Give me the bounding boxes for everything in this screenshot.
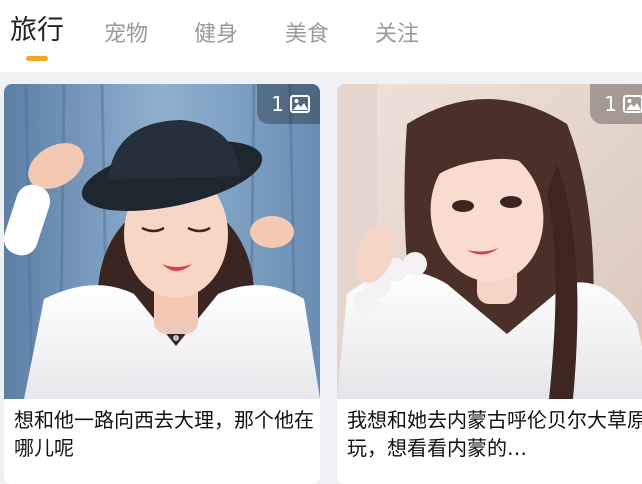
post-card[interactable]: 1 我想和她去内蒙古呼伦贝尔大草原玩，想看看内蒙的…	[337, 84, 642, 484]
image-icon	[623, 95, 642, 113]
post-photo[interactable]: 1	[337, 84, 642, 399]
tab-food[interactable]: 美食	[285, 20, 329, 50]
tab-travel[interactable]: 旅行	[10, 16, 64, 46]
category-tab-bar: 旅行 宠物 健身 美食 关注	[0, 0, 642, 72]
image-count: 1	[271, 92, 284, 116]
tab-pets[interactable]: 宠物	[104, 20, 148, 50]
active-tab-indicator	[26, 56, 48, 61]
post-photo[interactable]: 1	[4, 84, 320, 399]
post-card[interactable]: 1 想和他一路向西去大理，那个他在哪儿呢	[4, 84, 320, 484]
image-icon	[290, 95, 310, 113]
tab-fitness[interactable]: 健身	[194, 20, 238, 50]
image-count-badge: 1	[590, 84, 642, 124]
post-caption[interactable]: 想和他一路向西去大理，那个他在哪儿呢	[14, 406, 314, 462]
post-caption[interactable]: 我想和她去内蒙古呼伦贝尔大草原玩，想看看内蒙的…	[347, 406, 642, 462]
post-photo-image	[4, 84, 320, 399]
image-count: 1	[604, 92, 617, 116]
post-photo-image	[337, 84, 642, 399]
image-count-badge: 1	[257, 84, 320, 124]
tab-following[interactable]: 关注	[375, 20, 419, 50]
